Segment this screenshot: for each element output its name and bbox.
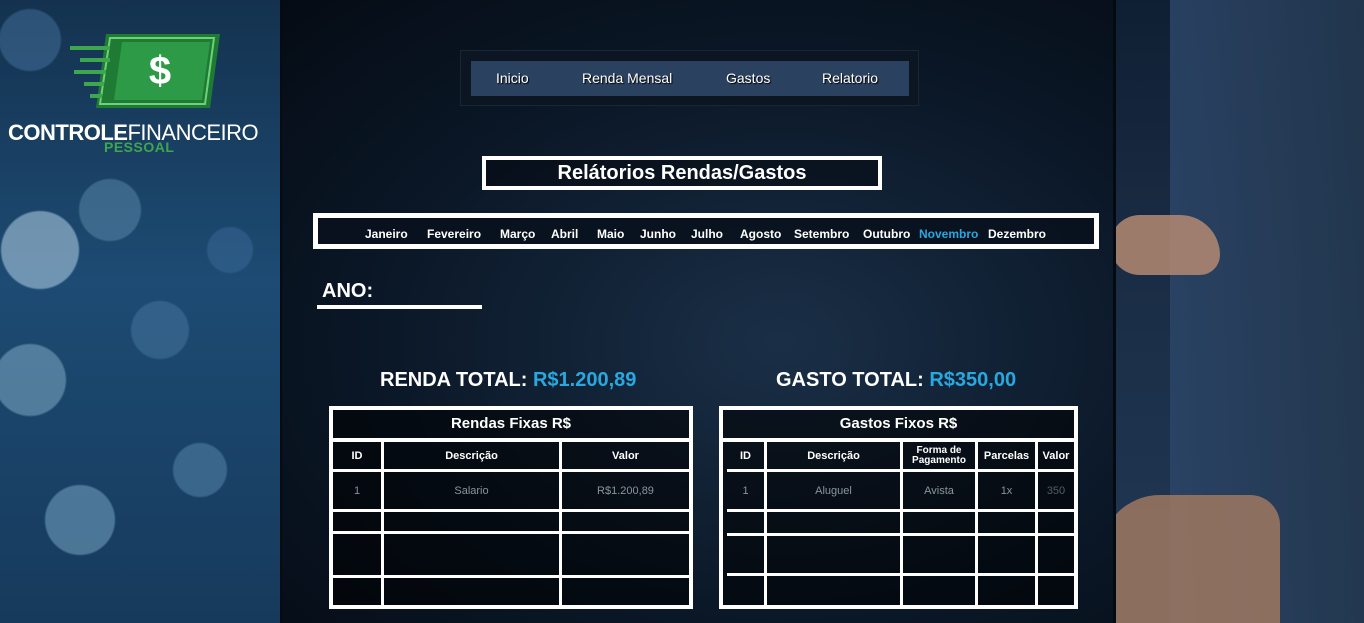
gastos-cell-empty — [727, 536, 767, 576]
gastos-cell-empty — [903, 512, 978, 536]
rendas-cell-empty — [333, 512, 384, 534]
gastos-table-caption: Gastos Fixos R$ — [723, 410, 1074, 442]
gastos-cell-empty — [903, 576, 978, 605]
gasto-total: GASTO TOTAL: R$350,00 — [776, 369, 1016, 392]
rendas-cell-descricao: Salario — [384, 472, 562, 512]
gastos-cell-forma-pagamento: Avista — [903, 472, 978, 512]
renda-total: RENDA TOTAL: R$1.200,89 — [380, 369, 636, 392]
month-junho[interactable]: Junho — [640, 227, 676, 241]
month-setembro[interactable]: Setembro — [794, 227, 849, 241]
rendas-cell-id: 1 — [333, 472, 384, 512]
page-title: Relátorios Rendas/Gastos — [482, 156, 882, 190]
rendas-cell-empty — [384, 578, 562, 605]
month-outubro[interactable]: Outubro — [863, 227, 910, 241]
background-photo-hand-bottom — [1100, 495, 1280, 623]
gastos-header-valor: Valor — [1038, 442, 1074, 472]
gastos-header-parcelas: Parcelas — [978, 442, 1038, 472]
gastos-cell-empty — [727, 512, 767, 536]
year-input-underline[interactable] — [317, 305, 482, 309]
nav-item-inicio[interactable]: Inicio — [496, 70, 529, 86]
gastos-cell-valor: 350 — [1038, 472, 1074, 512]
gastos-header-forma-pagamento: Forma de Pagamento — [903, 442, 978, 472]
rendas-cell-valor: R$1.200,89 — [562, 472, 689, 512]
money-bill-icon: $ — [70, 34, 220, 108]
gastos-header-id: ID — [727, 442, 767, 472]
month-novembro[interactable]: Novembro — [919, 227, 978, 241]
rendas-cell-empty — [333, 578, 384, 605]
dollar-sign-glyph: $ — [149, 49, 171, 93]
rendas-cell-empty — [562, 512, 689, 534]
gastos-cell-descricao: Aluguel — [767, 472, 903, 512]
month-maio[interactable]: Maio — [597, 227, 624, 241]
gasto-total-label: GASTO TOTAL: — [776, 369, 924, 391]
rendas-table-caption: Rendas Fixas R$ — [333, 410, 689, 442]
rendas-cell-empty — [384, 534, 562, 578]
month-janeiro[interactable]: Janeiro — [365, 227, 408, 241]
renda-total-label: RENDA TOTAL: — [380, 369, 528, 391]
gasto-total-value: R$350,00 — [929, 369, 1017, 391]
app-logo[interactable]: $ CONTROLEFINANCEIRO PESSOAL — [8, 30, 270, 160]
month-abril[interactable]: Abril — [551, 227, 578, 241]
year-label: ANO: — [322, 280, 374, 302]
gastos-cell-empty — [1038, 576, 1074, 605]
month-selector: Janeiro Fevereiro Março Abril Maio Junho… — [313, 213, 1099, 249]
month-marco[interactable]: Março — [500, 227, 535, 241]
rendas-header-descricao: Descrição — [384, 442, 562, 472]
gastos-cell-empty — [727, 576, 767, 605]
month-agosto[interactable]: Agosto — [740, 227, 781, 241]
gastos-cell-empty — [767, 512, 903, 536]
gastos-cell-empty — [1038, 536, 1074, 576]
rendas-cell-empty — [384, 512, 562, 534]
gastos-cell-empty — [903, 536, 978, 576]
gastos-header-descricao: Descrição — [767, 442, 903, 472]
gastos-cell-id: 1 — [727, 472, 767, 512]
gastos-fixos-table: Gastos Fixos R$ ID Descrição Forma de Pa… — [719, 406, 1078, 609]
rendas-cell-empty — [562, 534, 689, 578]
rendas-header-valor: Valor — [562, 442, 689, 472]
rendas-header-id: ID — [333, 442, 384, 472]
month-dezembro[interactable]: Dezembro — [988, 227, 1046, 241]
rendas-cell-empty — [562, 578, 689, 605]
top-nav: Inicio Renda Mensal Gastos Relatorio — [471, 61, 909, 96]
month-julho[interactable]: Julho — [691, 227, 723, 241]
month-fevereiro[interactable]: Fevereiro — [427, 227, 481, 241]
nav-item-renda-mensal[interactable]: Renda Mensal — [582, 70, 672, 86]
renda-total-value: R$1.200,89 — [532, 369, 637, 391]
rendas-fixas-table: Rendas Fixas R$ ID Descrição Valor 1 Sal… — [329, 406, 693, 609]
gastos-cell-empty — [767, 576, 903, 605]
nav-item-relatorio[interactable]: Relatorio — [822, 70, 878, 86]
gastos-cell-empty — [978, 576, 1038, 605]
logo-subtitle: PESSOAL — [104, 139, 175, 155]
gastos-cell-parcelas: 1x — [978, 472, 1038, 512]
gastos-cell-empty — [767, 536, 903, 576]
nav-item-gastos[interactable]: Gastos — [726, 70, 770, 86]
gastos-cell-empty — [978, 536, 1038, 576]
gastos-cell-empty — [978, 512, 1038, 536]
gastos-cell-empty — [1038, 512, 1074, 536]
rendas-cell-empty — [333, 534, 384, 578]
background-photo-hand-top — [1110, 215, 1220, 275]
